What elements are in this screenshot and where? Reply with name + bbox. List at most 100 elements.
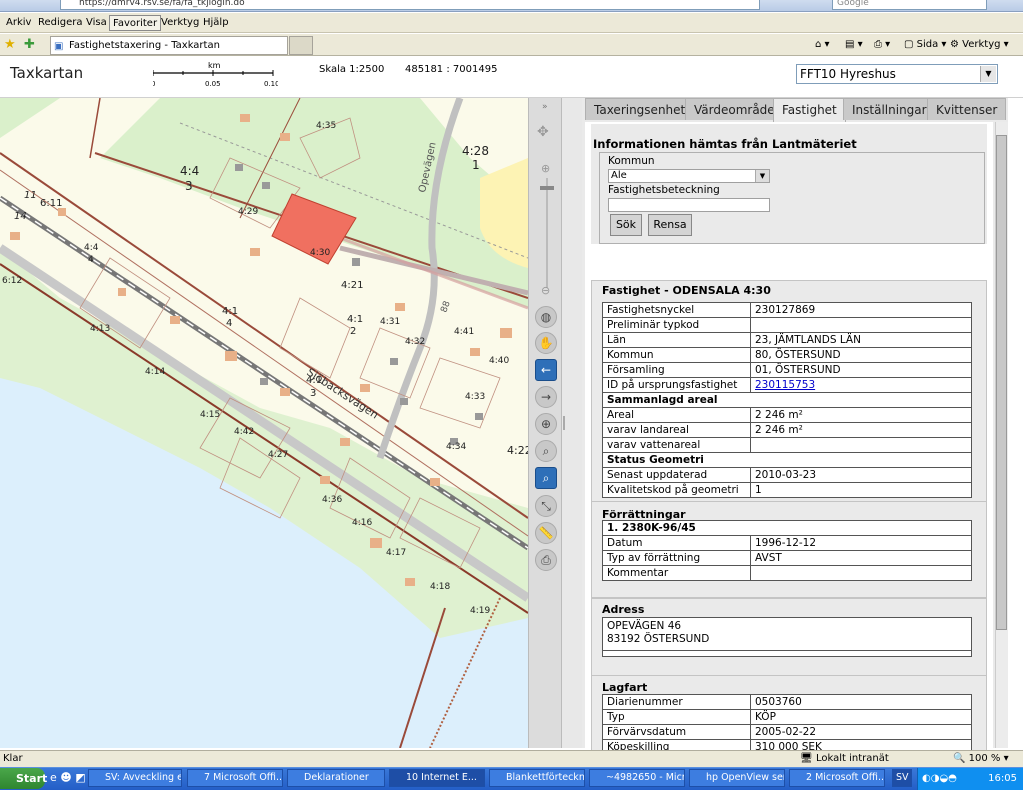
app-title: Taxkartan [10,64,84,82]
menu-hjalp[interactable]: Hjälp [200,15,232,31]
scale-tick-2: 0.10 [264,80,278,88]
taskbar-item[interactable]: SV: Avveckling e... [88,769,182,787]
map-label: 4 [88,255,94,265]
fastighet-table: Fastighetsnyckel 230127869 Preliminär typ… [602,302,972,498]
hand-icon[interactable]: ✋ [535,332,557,354]
chevron-down-icon[interactable]: ▼ [755,170,769,182]
taskbar-item[interactable]: ~4982650 - Micr... [589,769,685,787]
property-type-select[interactable]: FFT10 Hyreshus ▼ [796,64,998,84]
tab-vardeomrade[interactable]: Värdeområde [685,98,784,120]
print-map-icon[interactable]: ⎙ [535,549,557,571]
taskbar-item[interactable]: 10 Internet E... [389,769,485,787]
fastighetsbeteckning-label: Fastighetsbeteckning [608,184,720,196]
fastighetsbeteckning-input[interactable] [608,198,770,212]
forrattningar-table: 1. 2380K-96/45 Datum 1996-12-12 Typ av fö… [602,520,972,581]
pan-arrows-icon[interactable]: ✥ [537,124,549,140]
table-row: Kommun 80, ÖSTERSUND [602,347,972,363]
tab-installningar[interactable]: Inställningar [843,98,936,120]
menu-redigera[interactable]: Redigera [35,15,86,31]
sok-button[interactable]: Sök [610,214,642,236]
info-search-icon[interactable]: ⌕ [535,467,557,489]
zoom-out-small-icon[interactable]: ⊖ [541,284,550,297]
kommun-label: Kommun [608,155,655,167]
panel-splitter[interactable] [562,98,582,748]
adress-heading: Adress [602,603,645,616]
map-label: 4:40 [489,356,509,366]
zoom-slider-track[interactable] [546,178,548,288]
forrattningar-section: Förrättningar 1. 2380K-96/45 Datum 1996-1… [591,502,987,598]
forward-arrow-icon[interactable]: → [535,386,557,408]
map-label: 4:1 [347,314,363,325]
taskbar-item[interactable]: 7 Microsoft Offi... [187,769,283,787]
page-menu-button[interactable]: ▢ Sida ▾ [904,38,946,52]
rensa-button[interactable]: Rensa [648,214,692,236]
map-label: 4:4 [180,164,199,178]
adress-line1: OPEVÄGEN 46 [607,620,682,632]
quick-launch-icons[interactable]: e ☻ ◩ [50,771,86,784]
extent-icon[interactable]: ⤡ [535,495,557,517]
menu-verktyg[interactable]: Verktyg [158,15,202,31]
tab-taxeringsenhet[interactable]: Taxeringsenhet [585,98,695,120]
tools-menu-button[interactable]: ⚙ Verktyg ▾ [950,38,1009,52]
fastighet-section: Fastighet - ODENSALA 4:30 Fastighetsnyck… [591,280,987,502]
browser-tab[interactable]: ▣ Fastighetstaxering - Taxkartan [50,36,288,55]
print-icon[interactable]: ⎙ ▾ [874,38,890,52]
search-field[interactable]: Google [832,0,987,10]
map-label: 4:28 [462,144,489,158]
map-label: 4:1 [222,306,238,317]
taskbar-item[interactable]: Deklarationer [287,769,385,787]
map-label: 4 [226,318,232,329]
globe-icon[interactable]: ◍ [535,306,557,328]
map-label: 1 [472,158,480,172]
menu-visa[interactable]: Visa [83,15,110,31]
table-row: 1. 2380K-96/45 [602,520,972,536]
table-row: Areal 2 246 m² [602,407,972,423]
scale-unit: km [208,61,221,70]
table-row: Status Geometri [602,452,972,468]
lagfart-section: Lagfart Diarienummer 0503760 Typ KÖP Förvä… [591,676,987,750]
table-row: Församling 01, ÖSTERSUND [602,362,972,378]
tab-kvittenser[interactable]: Kvittenser [927,98,1007,120]
taskbar-item[interactable]: 2 Microsoft Offi... [789,769,885,787]
zoom-level[interactable]: 🔍 100 % ▾ [953,751,1009,767]
kommun-select[interactable]: Ale ▼ [608,169,770,183]
map-label: 3 [185,179,193,193]
tray-icons[interactable]: ◐◑◒◓ [922,768,957,789]
zoom-box-icon[interactable]: ⌕ [535,440,557,462]
splitter-grip[interactable] [563,416,565,430]
home-icon[interactable]: ⌂ ▾ [815,38,830,52]
table-row: Kvalitetskod på geometri 1 [602,482,972,498]
add-favorite-icon[interactable]: ✚ [24,37,35,52]
map-label: 4:13 [90,324,110,334]
ursprungsfastighet-link[interactable]: 230115753 [750,377,972,393]
taskbar-item[interactable]: Blankettförteckni... [489,769,585,787]
panel-scrollbar-thumb[interactable] [996,135,1007,630]
map-canvas: 4:35 4:28 1 4:4 3 4:29 4:30 6:11 11 14 4… [0,98,528,748]
map-label: 4:14 [145,367,165,377]
chevron-down-icon[interactable]: ▼ [980,66,996,82]
map-view[interactable]: 4:35 4:28 1 4:4 3 4:29 4:30 6:11 11 14 4… [0,98,528,748]
table-row: Köpeskilling 310 000 SEK [602,739,972,750]
zoom-slider-handle[interactable] [540,186,554,190]
zoom-in-small-icon[interactable]: ⊕ [541,162,550,175]
tab-fastighet[interactable]: Fastighet [773,98,846,122]
expand-icon[interactable]: » [542,102,548,112]
map-label: 4:33 [465,392,485,402]
taskbar-item[interactable]: hp OpenView ser... [689,769,785,787]
map-label: 6:12 [2,276,22,286]
property-type-value: FFT10 Hyreshus [800,67,896,81]
menu-arkiv[interactable]: Arkiv [3,15,34,31]
sv-indicator[interactable]: SV [892,769,912,787]
map-label: 4:41 [454,327,474,337]
zoom-in-icon[interactable]: ⊕ [535,413,557,435]
ruler-icon[interactable]: 📏 [535,522,557,544]
map-label: 14 [14,211,27,222]
start-button[interactable]: Start [0,768,47,789]
feeds-icon[interactable]: ▤ ▾ [845,38,863,52]
menu-favoriter[interactable]: Favoriter [109,15,162,31]
back-arrow-icon[interactable]: ← [535,359,557,381]
search-heading: Informationen hämtas från Lantmäteriet [593,137,857,151]
address-field[interactable]: https://dmrv4.rsv.se/fa/fa_tkjlogin.do [60,0,760,10]
favorites-star-icon[interactable]: ★ [4,37,16,52]
new-tab-button[interactable] [289,36,313,55]
